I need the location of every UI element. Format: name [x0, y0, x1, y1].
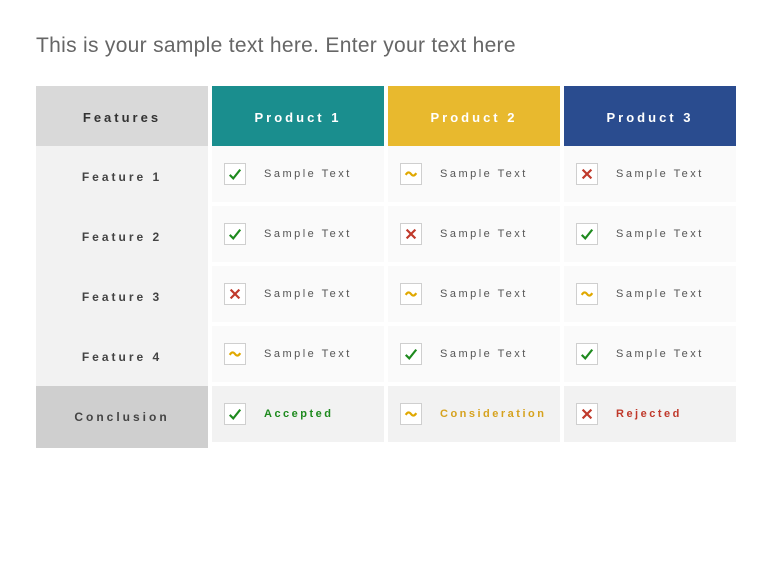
row-label: Feature 1 — [36, 146, 208, 208]
header-product-1: Product 1 — [212, 86, 384, 148]
table-cell-p2: Sample Text — [388, 326, 560, 382]
tilde-icon — [576, 283, 598, 305]
cell-text: Sample Text — [440, 288, 528, 300]
tilde-icon — [400, 403, 422, 425]
check-icon — [224, 223, 246, 245]
cell-text: Accepted — [264, 408, 334, 420]
cell-text: Sample Text — [440, 168, 528, 180]
table-cell-p2: Sample Text — [388, 266, 560, 322]
cell-text: Sample Text — [264, 168, 352, 180]
tilde-icon — [400, 163, 422, 185]
check-icon — [400, 343, 422, 365]
cross-icon — [576, 403, 598, 425]
table-cell-p1: Sample Text — [212, 326, 384, 382]
row-label: Feature 4 — [36, 326, 208, 388]
page-title: This is your sample text here. Enter you… — [36, 34, 732, 58]
row-label: Feature 2 — [36, 206, 208, 268]
cross-icon — [576, 163, 598, 185]
cross-icon — [400, 223, 422, 245]
table-cell-p1: Accepted — [212, 386, 384, 442]
table-cell-p2: Consideration — [388, 386, 560, 442]
table-cell-p2: Sample Text — [388, 146, 560, 202]
table-cell-p3: Sample Text — [564, 206, 736, 262]
header-features: Features — [36, 86, 208, 148]
table-cell-p3: Sample Text — [564, 146, 736, 202]
cell-text: Sample Text — [616, 288, 704, 300]
table-cell-p3: Sample Text — [564, 326, 736, 382]
check-icon — [224, 163, 246, 185]
table-cell-p1: Sample Text — [212, 266, 384, 322]
table-cell-p3: Rejected — [564, 386, 736, 442]
cell-text: Sample Text — [264, 288, 352, 300]
cell-text: Sample Text — [616, 348, 704, 360]
row-label-conclusion: Conclusion — [36, 386, 208, 448]
cross-icon — [224, 283, 246, 305]
cell-text: Sample Text — [616, 168, 704, 180]
cell-text: Sample Text — [440, 348, 528, 360]
cell-text: Sample Text — [264, 228, 352, 240]
check-icon — [576, 223, 598, 245]
table-cell-p1: Sample Text — [212, 146, 384, 202]
cell-text: Sample Text — [264, 348, 352, 360]
check-icon — [576, 343, 598, 365]
tilde-icon — [400, 283, 422, 305]
cell-text: Consideration — [440, 408, 546, 420]
cell-text: Sample Text — [440, 228, 528, 240]
header-product-3: Product 3 — [564, 86, 736, 148]
cell-text: Sample Text — [616, 228, 704, 240]
row-label: Feature 3 — [36, 266, 208, 328]
check-icon — [224, 403, 246, 425]
comparison-table: Features Product 1 Product 2 Product 3 F… — [36, 86, 732, 442]
tilde-icon — [224, 343, 246, 365]
table-cell-p2: Sample Text — [388, 206, 560, 262]
table-cell-p3: Sample Text — [564, 266, 736, 322]
table-cell-p1: Sample Text — [212, 206, 384, 262]
cell-text: Rejected — [616, 408, 682, 420]
header-product-2: Product 2 — [388, 86, 560, 148]
